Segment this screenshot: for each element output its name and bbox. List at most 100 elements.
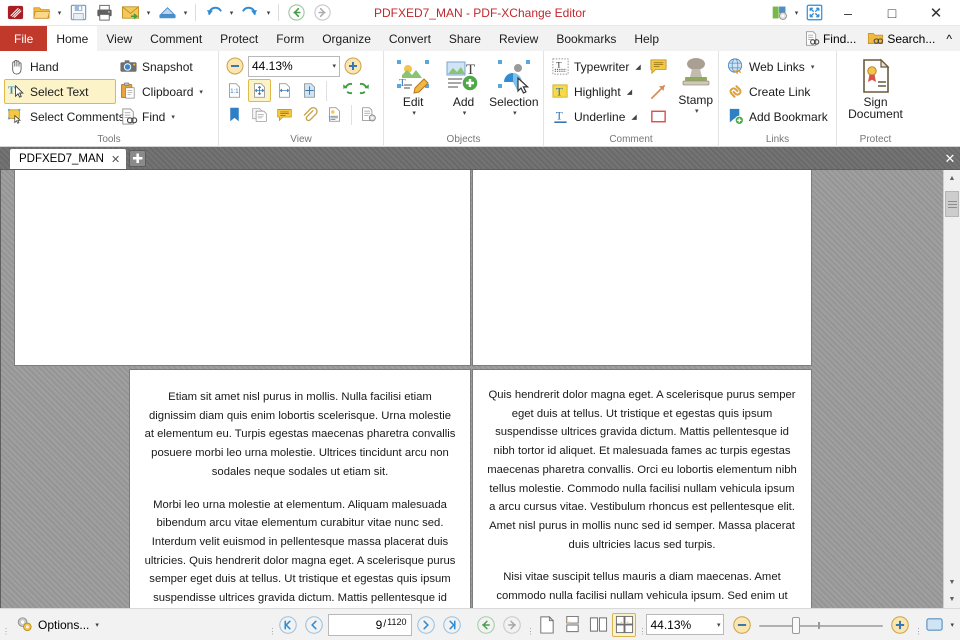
next-view-button[interactable]	[500, 613, 524, 637]
scroll-page-down-arrow[interactable]: ▼	[944, 591, 960, 608]
zoom-in-icon[interactable]	[343, 56, 363, 76]
redo-dropdown-arrow[interactable]: ▾	[263, 1, 274, 25]
navigation-grip[interactable]: ⋮	[268, 614, 276, 636]
ribbon-tab-view[interactable]: View	[97, 26, 141, 51]
tool-snapshot[interactable]: Snapshot	[116, 54, 214, 79]
properties-pane-button[interactable]	[357, 103, 380, 126]
comments-pane-button[interactable]	[273, 103, 296, 126]
new-tab-button[interactable]: ✚	[129, 150, 147, 167]
loupe-dropdown-arrow[interactable]: ▾	[950, 621, 954, 629]
two-page-layout-button[interactable]	[586, 613, 610, 637]
scan-dropdown-arrow[interactable]: ▾	[180, 1, 191, 25]
fit-page-button[interactable]	[248, 79, 271, 102]
status-zoom-dropdown-arrow[interactable]: ▾	[717, 621, 721, 629]
comment-stamp-button[interactable]: Stamp ▾	[670, 54, 722, 115]
single-page-layout-button[interactable]	[534, 613, 558, 637]
find-button[interactable]: Find...	[799, 30, 860, 47]
objects-edit-dropdown-arrow[interactable]: ▾	[412, 109, 416, 117]
document-tab[interactable]: PDFXED7_MAN ✕	[10, 149, 127, 169]
objects-selection-button[interactable]: Selection ▾	[489, 56, 539, 117]
zoom-slider[interactable]	[756, 614, 886, 636]
open-dropdown-arrow[interactable]: ▾	[54, 1, 65, 25]
objects-selection-dropdown-arrow[interactable]: ▾	[513, 109, 517, 117]
customize-toolbar-arrow[interactable]: ▾	[791, 1, 802, 25]
comment-typewriter[interactable]: T Typewriter ◢	[548, 54, 647, 79]
scan-icon[interactable]	[154, 1, 180, 25]
tool-select-comments[interactable]: Select Comments	[4, 104, 125, 129]
loupe-grip[interactable]: ⋮	[914, 614, 922, 636]
previous-page-button[interactable]	[302, 613, 326, 637]
ribbon-tab-form[interactable]: Form	[267, 26, 313, 51]
status-zoom-out-button[interactable]	[730, 613, 754, 637]
first-page-button[interactable]	[276, 613, 300, 637]
next-page-button[interactable]	[414, 613, 438, 637]
objects-add-button[interactable]: T Add ▾	[438, 56, 488, 117]
search-button[interactable]: Search...	[863, 30, 939, 47]
close-document-button[interactable]: ✕	[940, 149, 960, 169]
email-dropdown-arrow[interactable]: ▾	[143, 1, 154, 25]
ribbon-tab-comment[interactable]: Comment	[141, 26, 211, 51]
fields-pane-button[interactable]: T	[323, 103, 346, 126]
back-icon[interactable]	[283, 1, 309, 25]
tool-hand[interactable]: Hand	[4, 54, 116, 79]
underline-dropdown-arrow[interactable]: ◢	[631, 113, 636, 121]
minimize-button[interactable]: –	[826, 0, 870, 26]
toolbar-grip[interactable]: ⋮	[2, 614, 10, 636]
options-button[interactable]: Options... ▾	[10, 613, 104, 637]
find-dropdown-arrow[interactable]: ▾	[171, 113, 175, 121]
objects-add-dropdown-arrow[interactable]: ▾	[463, 109, 467, 117]
app-logo-icon[interactable]	[2, 1, 28, 25]
fit-visible-button[interactable]	[298, 79, 321, 102]
rotate-left-button[interactable]	[332, 79, 355, 102]
thumbnails-pane-button[interactable]	[248, 103, 271, 126]
highlight-dropdown-arrow[interactable]: ◢	[627, 88, 632, 96]
close-button[interactable]: ✕	[914, 0, 958, 26]
ribbon-tab-help[interactable]: Help	[625, 26, 668, 51]
attachments-pane-button[interactable]	[298, 103, 321, 126]
scrollbar-track[interactable]	[944, 187, 960, 574]
zoom-slider-handle[interactable]	[792, 616, 801, 634]
typewriter-dropdown-arrow[interactable]: ◢	[635, 63, 640, 71]
fit-width-button[interactable]	[273, 79, 296, 102]
maximize-button[interactable]: □	[870, 0, 914, 26]
tool-clipboard[interactable]: Clipboard ▾	[116, 79, 214, 104]
links-add-bookmark[interactable]: Add Bookmark	[723, 104, 834, 129]
comment-highlight[interactable]: T Highlight ◢	[548, 79, 647, 104]
zoom-level-input[interactable]: 44.13% ▾	[248, 55, 340, 77]
comment-rectangle-tool[interactable]	[647, 104, 670, 129]
document-viewer[interactable]: Etiam sit amet nisl purus in mollis. Nul…	[0, 169, 960, 608]
ribbon-tab-home[interactable]: Home	[47, 26, 98, 51]
comment-sticky-note[interactable]	[647, 54, 670, 79]
redo-icon[interactable]	[237, 1, 263, 25]
clipboard-dropdown-arrow[interactable]: ▾	[199, 88, 203, 96]
previous-view-button[interactable]	[474, 613, 498, 637]
ribbon-tab-share[interactable]: Share	[440, 26, 490, 51]
fullscreen-icon[interactable]	[802, 2, 826, 24]
email-icon[interactable]	[117, 1, 143, 25]
scroll-up-arrow[interactable]: ▲	[944, 170, 960, 187]
customize-toolbar-icon[interactable]	[767, 2, 791, 24]
forward-icon[interactable]	[309, 1, 335, 25]
comment-arrow-tool[interactable]	[647, 79, 670, 104]
zoom-dropdown-arrow[interactable]: ▾	[332, 62, 336, 70]
objects-edit-button[interactable]: T Edit ▾	[388, 56, 438, 117]
scrollbar-thumb[interactable]	[945, 191, 959, 217]
status-zoom-in-button[interactable]	[888, 613, 912, 637]
document-tab-close-icon[interactable]: ✕	[111, 153, 120, 166]
tool-find[interactable]: Find ▾	[116, 104, 214, 129]
open-icon[interactable]	[28, 1, 54, 25]
web-links-dropdown-arrow[interactable]: ▾	[811, 63, 815, 71]
ribbon-tab-protect[interactable]: Protect	[211, 26, 267, 51]
ribbon-tab-organize[interactable]: Organize	[313, 26, 380, 51]
status-zoom-input[interactable]: 44.13% ▾	[646, 614, 725, 635]
page-number-input[interactable]: 9 / 1120	[328, 613, 413, 636]
zoom-grip[interactable]: ⋮	[638, 614, 646, 636]
comment-underline[interactable]: T Underline ◢	[548, 104, 647, 129]
tool-select-text[interactable]: T Select Text	[4, 79, 116, 104]
stamp-dropdown-arrow[interactable]: ▾	[695, 107, 699, 115]
vertical-scrollbar[interactable]: ▲ ▼ ▼	[943, 170, 960, 608]
undo-icon[interactable]	[200, 1, 226, 25]
ribbon-tab-convert[interactable]: Convert	[380, 26, 440, 51]
actual-size-button[interactable]: 1:1	[223, 79, 246, 102]
bookmarks-pane-button[interactable]	[223, 103, 246, 126]
